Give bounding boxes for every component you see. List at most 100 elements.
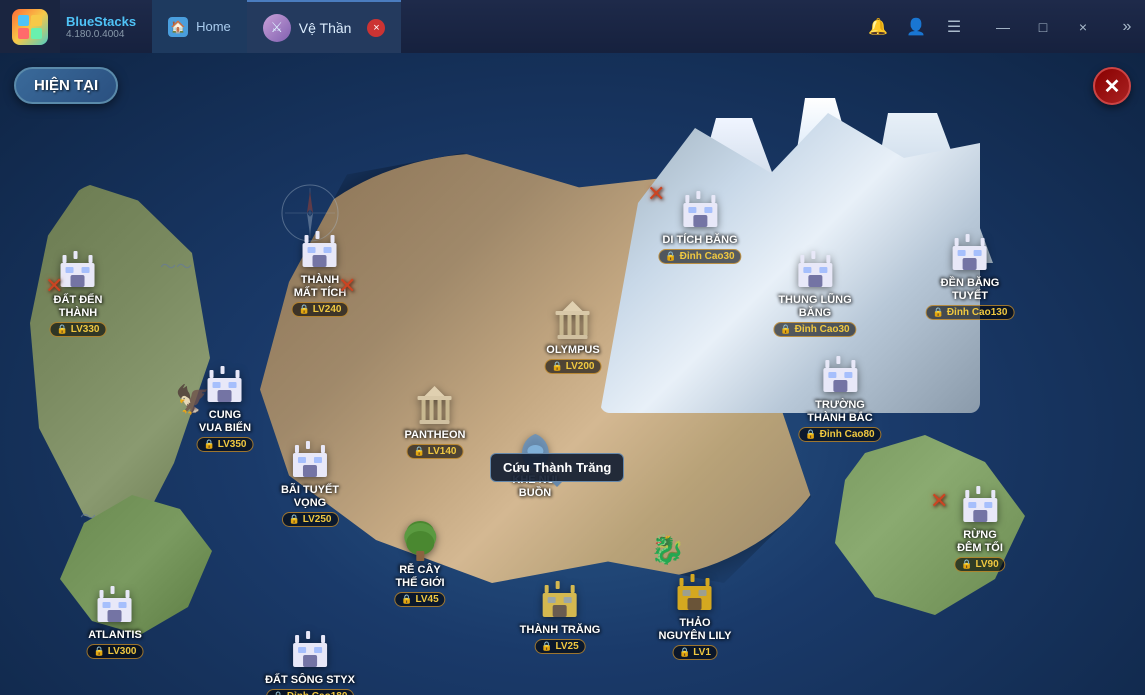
level-text-atlantis: LV300 <box>108 646 137 657</box>
location-name-thanh-trang: THÀNH TRĂNG <box>520 624 601 637</box>
level-text-cung-vua-bien: LV350 <box>218 439 247 450</box>
level-badge-re-cay-the-gioi: 🔒 LV45 <box>394 592 445 607</box>
lock-icon-atlantis: 🔒 <box>94 646 105 657</box>
bluestacks-title: BlueStacks 4.180.0.4004 <box>66 14 136 40</box>
location-name-pantheon: PANTHEON <box>405 429 466 442</box>
lock-icon-re-cay-the-gioi: 🔒 <box>401 594 412 605</box>
level-badge-thung-lung-bang: 🔒 Đỉnh Cao30 <box>773 322 856 337</box>
close-button[interactable]: × <box>1065 0 1101 53</box>
location-re-cay-the-gioi[interactable]: RỄ CÂYTHẾ GIỚI 🔒 LV45 <box>394 518 445 607</box>
game-avatar: ⚔ <box>263 14 291 42</box>
lock-icon-truong-thanh-bac: 🔒 <box>805 429 816 440</box>
location-name-dat-song-styx: ĐẤT SÔNG STYX <box>265 674 355 687</box>
expand-button[interactable]: » <box>1109 0 1145 53</box>
titlebar: BlueStacks 4.180.0.4004 🏠 Home ⚔ Vệ Thần… <box>0 0 1145 53</box>
lock-icon-dat-den-thanh: 🔒 <box>57 324 68 335</box>
level-badge-cung-vua-bien: 🔒 LV350 <box>197 437 254 452</box>
dragon-decoration: 🐉 <box>650 533 685 566</box>
location-rung-dem-toi[interactable]: RỪNGĐÊM TỐI 🔒 LV90 <box>954 483 1005 572</box>
location-icon-thung-lung-bang <box>795 248 835 292</box>
maximize-button[interactable]: □ <box>1025 0 1061 53</box>
level-badge-atlantis: 🔒 LV300 <box>87 644 144 659</box>
map-close-button[interactable]: ✕ <box>1093 67 1131 105</box>
lock-icon-olympus: 🔒 <box>552 361 563 372</box>
level-text-thanh-mat-tich: LV240 <box>313 304 342 315</box>
location-name-atlantis: ATLANTIS <box>88 629 142 642</box>
cross-marker-2: ✕ <box>338 273 356 299</box>
cross-marker-3: ✕ <box>647 181 665 207</box>
location-truong-thanh-bac[interactable]: TRƯỜNGTHÀNH BẮC 🔒 Đỉnh Cao80 <box>798 353 881 442</box>
location-di-tich-bang[interactable]: DI TÍCH BĂNG 🔒 Đỉnh Cao30 <box>658 188 741 264</box>
lock-icon-dat-song-styx: 🔒 <box>273 691 284 695</box>
notification-icon[interactable]: 🔔 <box>867 16 889 38</box>
location-icon-rung-dem-toi <box>960 483 1000 527</box>
close-game-tab-button[interactable]: × <box>367 19 385 37</box>
location-thao-nguyen-lily[interactable]: THẢONGUYÊN LILY 🔒 LV1 <box>659 571 732 660</box>
location-pantheon[interactable]: PANTHEON 🔒 LV140 <box>405 383 466 459</box>
game-area: 〜〜 〜 ✕ ✕ ✕ ✕ HIỆN TẠI ✕ Cứu Thành Trăng <box>0 53 1145 695</box>
location-icon-cung-vua-bien <box>205 363 245 407</box>
cross-marker-4: ✕ <box>930 488 948 514</box>
location-icon-thanh-trang <box>540 578 580 622</box>
location-icon-bai-tuyet-vong <box>290 438 330 482</box>
game-tab[interactable]: ⚔ Vệ Thần × <box>247 0 402 53</box>
level-text-rung-dem-toi: LV90 <box>976 559 999 570</box>
location-cung-vua-bien[interactable]: CUNGVUA BIỂN 🔒 LV350 <box>197 363 254 452</box>
location-name-bai-tuyet-vong: BÃI TUYẾTVỌNG <box>281 484 339 510</box>
level-text-re-cay-the-gioi: LV45 <box>416 594 439 605</box>
bluestacks-logo-icon <box>12 9 48 45</box>
location-name-truong-thanh-bac: TRƯỜNGTHÀNH BẮC <box>807 399 872 425</box>
window-controls: — □ × <box>977 0 1109 53</box>
location-den-bang-tuyet[interactable]: ĐỀN BĂNGTUYẾT 🔒 Đỉnh Cao130 <box>926 231 1015 320</box>
home-label: Home <box>196 19 231 34</box>
cross-marker-1: ✕ <box>45 273 63 299</box>
location-dat-song-styx[interactable]: ĐẤT SÔNG STYX 🔒 Đỉnh Cao180 <box>265 628 355 695</box>
location-icon-thanh-mat-tich <box>300 228 340 272</box>
level-badge-olympus: 🔒 LV200 <box>545 359 602 374</box>
lock-icon-cung-vua-bien: 🔒 <box>204 439 215 450</box>
location-name-thao-nguyen-lily: THẢONGUYÊN LILY <box>659 617 732 643</box>
lock-icon-bai-tuyet-vong: 🔒 <box>289 514 300 525</box>
birds-decoration: 〜〜 <box>160 253 192 277</box>
level-text-thanh-trang: LV25 <box>556 641 579 652</box>
home-tab[interactable]: 🏠 Home <box>152 0 247 53</box>
map-background: 〜〜 〜 ✕ ✕ ✕ ✕ HIỆN TẠI ✕ Cứu Thành Trăng <box>0 53 1145 695</box>
location-icon-olympus <box>553 298 593 342</box>
location-icon-den-bang-tuyet <box>950 231 990 275</box>
location-atlantis[interactable]: ATLANTIS 🔒 LV300 <box>87 583 144 659</box>
location-thung-lung-bang[interactable]: THUNG LŨNGBĂNG 🔒 Đỉnh Cao30 <box>773 248 856 337</box>
level-badge-pantheon: 🔒 LV140 <box>407 444 464 459</box>
lock-icon-pantheon: 🔒 <box>414 446 425 457</box>
location-olympus[interactable]: OLYMPUS 🔒 LV200 <box>545 298 602 374</box>
lock-icon-thanh-mat-tich: 🔒 <box>299 304 310 315</box>
location-icon-pantheon <box>415 383 455 427</box>
level-text-thung-lung-bang: Đỉnh Cao30 <box>795 324 850 335</box>
app-version: 4.180.0.4004 <box>66 29 136 40</box>
level-badge-truong-thanh-bac: 🔒 Đỉnh Cao80 <box>798 427 881 442</box>
level-text-bai-tuyet-vong: LV250 <box>303 514 332 525</box>
level-badge-dat-song-styx: 🔒 Đỉnh Cao180 <box>266 689 355 695</box>
location-name-cung-vua-bien: CUNGVUA BIỂN <box>199 409 251 435</box>
bluestacks-logo <box>0 0 60 53</box>
level-text-dat-den-thanh: LV330 <box>71 324 100 335</box>
game-label: Vệ Thần <box>299 20 352 36</box>
hien-tai-button[interactable]: HIỆN TẠI <box>14 67 118 104</box>
menu-icon[interactable]: ☰ <box>943 16 965 38</box>
location-thanh-trang[interactable]: THÀNH TRĂNG 🔒 LV25 <box>520 578 601 654</box>
location-bai-tuyet-vong[interactable]: BÃI TUYẾTVỌNG 🔒 LV250 <box>281 438 339 527</box>
location-name-den-bang-tuyet: ĐỀN BĂNGTUYẾT <box>941 277 1000 303</box>
level-text-dat-song-styx: Đỉnh Cao180 <box>287 691 348 695</box>
level-badge-thanh-mat-tich: 🔒 LV240 <box>292 302 349 317</box>
lock-icon-thao-nguyen-lily: 🔒 <box>679 647 690 658</box>
location-icon-dat-song-styx <box>290 628 330 672</box>
level-badge-di-tich-bang: 🔒 Đỉnh Cao30 <box>658 249 741 264</box>
location-name-rung-dem-toi: RỪNGĐÊM TỐI <box>957 529 1003 555</box>
minimize-button[interactable]: — <box>985 0 1021 53</box>
location-name-thung-lung-bang: THUNG LŨNGBĂNG <box>778 294 851 320</box>
birds-decoration-2: 〜 <box>80 503 96 527</box>
account-icon[interactable]: 👤 <box>905 16 927 38</box>
location-icon-di-tich-bang <box>680 188 720 232</box>
lock-icon-di-tich-bang: 🔒 <box>665 251 676 262</box>
location-icon-atlantis <box>95 583 135 627</box>
level-text-truong-thanh-bac: Đỉnh Cao80 <box>820 429 875 440</box>
